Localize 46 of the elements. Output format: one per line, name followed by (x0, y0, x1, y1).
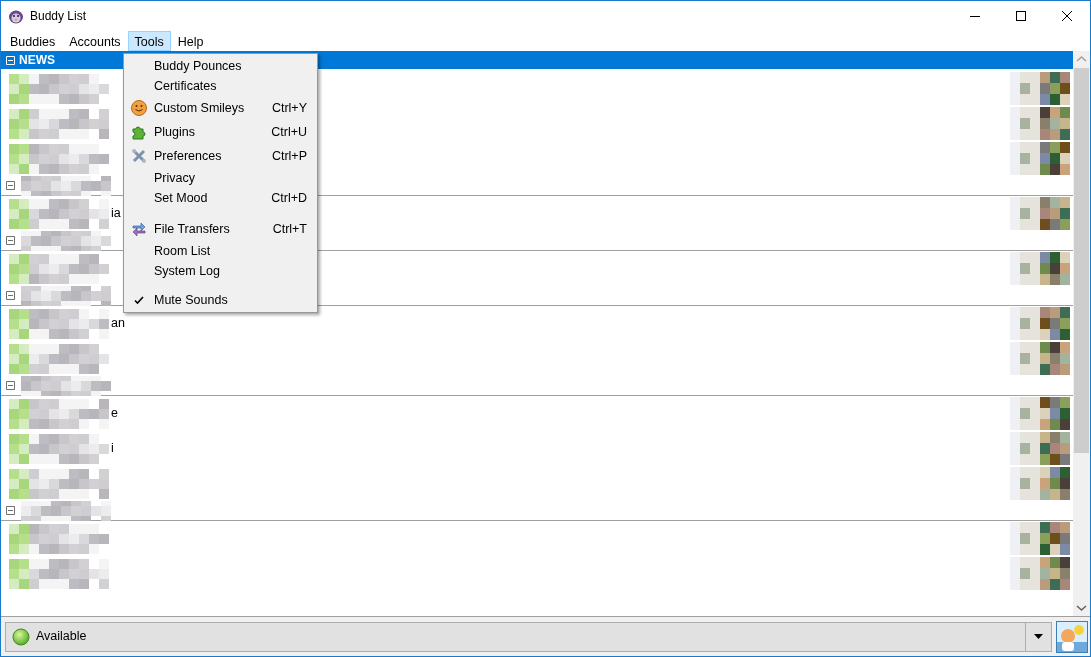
app-icon (8, 8, 24, 24)
collapse-icon[interactable] (6, 291, 15, 300)
available-status-icon (12, 627, 30, 646)
shortcut-text: Ctrl+Y (271, 99, 307, 117)
transfer-icon (131, 221, 147, 237)
shortcut-text: Ctrl+P (271, 147, 307, 165)
puzzle-icon (131, 124, 147, 140)
menu-entry[interactable]: Custom Smileys Ctrl+Y (124, 96, 317, 120)
menu-entry[interactable]: Certificates (124, 76, 317, 96)
shortcut-text: Ctrl+T (272, 220, 307, 238)
menu-item[interactable]: Buddies (3, 31, 63, 51)
buddy-name[interactable]: an (111, 314, 125, 333)
menu-item[interactable]: Accounts (62, 31, 128, 51)
close-icon[interactable] (1062, 11, 1072, 21)
collapse-icon[interactable] (6, 381, 15, 390)
menu-entry[interactable]: Room List (124, 241, 317, 261)
menu-entry[interactable]: Privacy (124, 168, 317, 188)
group-header[interactable] (1, 501, 1073, 521)
buddy-name[interactable]: e (111, 404, 118, 423)
menu-entry[interactable]: Set Mood Ctrl+D (124, 188, 317, 208)
group-name: NEWS (19, 52, 55, 69)
collapse-icon[interactable] (6, 506, 15, 515)
group-header[interactable] (1, 376, 1073, 396)
menu-entry[interactable]: File Transfers Ctrl+T (124, 217, 317, 241)
buddy-icon-button[interactable] (1056, 620, 1088, 653)
menu-item[interactable]: Help (170, 31, 211, 51)
shortcut-text: Ctrl+U (271, 123, 307, 141)
menu-entry[interactable]: System Log (124, 261, 317, 281)
status-selector[interactable]: Available (5, 621, 1052, 652)
menu-entry[interactable]: Mute Sounds (124, 290, 317, 310)
scrollbar[interactable] (1073, 51, 1090, 616)
menu-entry[interactable]: Preferences Ctrl+P (124, 144, 317, 168)
menu-item[interactable]: Tools (127, 31, 171, 51)
buddy-name[interactable]: ia (111, 204, 121, 223)
shortcut-text: Ctrl+D (271, 189, 307, 207)
collapse-icon[interactable] (6, 236, 15, 245)
menu-entry[interactable]: Plugins Ctrl+U (124, 120, 317, 144)
smiley-icon (131, 100, 147, 116)
buddy-name[interactable]: i (111, 439, 114, 458)
maximize-icon[interactable] (1016, 11, 1026, 21)
tools-icon (131, 148, 147, 164)
scroll-thumb[interactable] (1074, 68, 1089, 453)
status-label: Available (36, 628, 87, 646)
collapse-icon[interactable] (6, 181, 15, 190)
dropdown-caret-icon[interactable] (1034, 634, 1043, 639)
window-title: Buddy List (30, 8, 87, 25)
